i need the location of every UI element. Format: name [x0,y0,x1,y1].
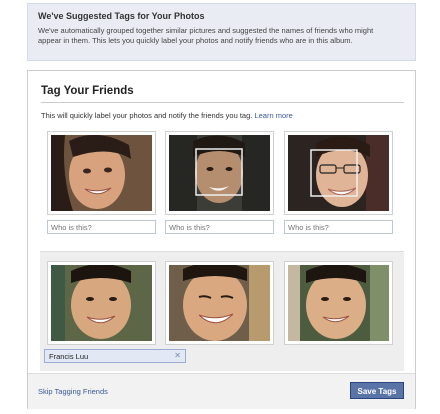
face-photo-4 [51,265,152,341]
photo-thumb[interactable] [284,131,393,215]
photo-thumb[interactable] [47,261,156,345]
photo-thumb[interactable] [284,261,393,345]
photo-thumb[interactable] [47,131,156,215]
panel-subtitle: This will quickly label your photos and … [41,111,293,120]
notice-title: We've Suggested Tags for Your Photos [38,11,205,21]
panel-footer: Skip Tagging Friends Save Tags [28,373,415,409]
photo-thumb[interactable] [165,131,274,215]
face-photo-6 [288,265,389,341]
who-is-this-input[interactable] [165,220,274,234]
who-is-this-input[interactable] [47,220,156,234]
remove-tag-icon[interactable]: ✕ [174,351,181,360]
panel-title: Tag Your Friends [41,85,134,97]
tag-name: Francis Luu [49,352,89,361]
face-photo-3 [288,135,389,211]
face-photo-1 [51,135,152,211]
friend-tag-token[interactable]: Francis Luu ✕ [44,349,186,363]
face-photo-5 [169,265,270,341]
save-tags-button[interactable]: Save Tags [350,382,404,399]
notice-line-2: appear in them. This lets you quickly la… [38,36,353,45]
learn-more-link[interactable]: Learn more [254,111,292,120]
suggested-tags-notice: We've Suggested Tags for Your Photos We'… [27,3,416,61]
notice-text: We've automatically grouped together sim… [38,26,405,46]
face-photo-2 [169,135,270,211]
title-divider [41,102,404,103]
notice-line-1: We've automatically grouped together sim… [38,26,374,35]
subtitle-text: This will quickly label your photos and … [41,111,253,120]
who-is-this-input[interactable] [284,220,393,234]
photo-thumb[interactable] [165,261,274,345]
tag-friends-panel: Tag Your Friends This will quickly label… [27,70,416,409]
skip-tagging-link[interactable]: Skip Tagging Friends [38,387,108,396]
